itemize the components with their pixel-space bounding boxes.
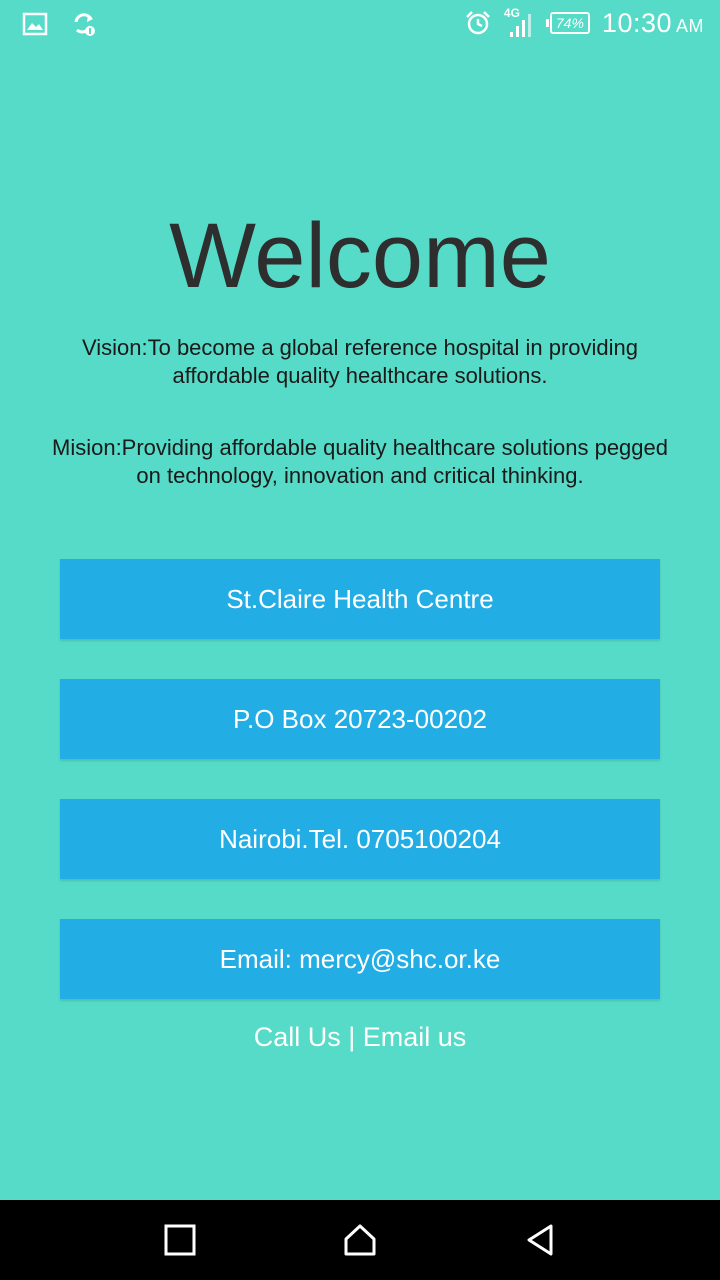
email-button[interactable]: Email: mercy@shc.or.ke (60, 919, 660, 999)
battery-icon: 74% (545, 12, 590, 34)
battery-level: 74% (549, 12, 590, 34)
clock-time: 10:30 (601, 7, 672, 38)
status-bar: 4G 74% 10:30 AM (0, 0, 720, 48)
signal-4g-icon: 4G (504, 6, 534, 40)
clock: 10:30 AM (602, 8, 704, 39)
email-us-link[interactable]: Email us (363, 1022, 467, 1052)
back-icon[interactable] (520, 1220, 560, 1260)
sync-icon (70, 10, 98, 38)
call-us-link[interactable]: Call Us (254, 1022, 341, 1052)
telephone-button[interactable]: Nairobi.Tel. 0705100204 (60, 799, 660, 879)
vision-text: Vision:To become a global reference hosp… (81, 335, 639, 388)
po-box-button[interactable]: P.O Box 20723-00202 (60, 679, 660, 759)
home-icon[interactable] (340, 1220, 380, 1260)
health-centre-button[interactable]: St.Claire Health Centre (60, 559, 660, 639)
recent-apps-icon[interactable] (160, 1220, 200, 1260)
clock-ampm: AM (676, 15, 704, 36)
links-separator: | (340, 1022, 363, 1052)
navigation-bar (0, 1200, 720, 1280)
contact-links: Call Us | Email us (0, 1022, 720, 1053)
alarm-icon (464, 9, 492, 37)
mission-text: Mision:Providing affordable quality heal… (52, 435, 668, 488)
image-icon (22, 10, 48, 38)
page-title: Welcome (169, 205, 551, 307)
